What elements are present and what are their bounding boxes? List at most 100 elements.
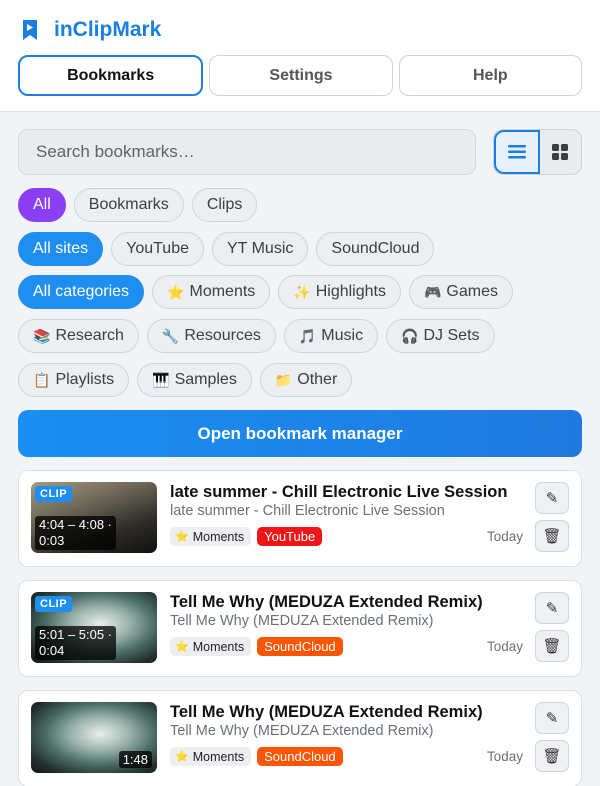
- time-range-text: 4:04 – 4:08 ·: [39, 517, 112, 532]
- site-badge: SoundCloud: [257, 637, 343, 656]
- tab-settings[interactable]: Settings: [209, 55, 393, 96]
- chip-category-resources[interactable]: 🔧 Resources: [146, 319, 276, 353]
- chip-category-moments[interactable]: ⭐ Moments: [152, 275, 271, 309]
- search-input[interactable]: [18, 129, 476, 175]
- chip-category-music[interactable]: 🎵 Music: [283, 319, 379, 353]
- chip-site-ytmusic[interactable]: YT Music: [212, 232, 309, 266]
- chip-label: Research: [55, 327, 124, 344]
- bookmark-subtitle: late summer - Chill Electronic Live Sess…: [170, 503, 445, 519]
- chip-label: Games: [446, 283, 498, 300]
- edit-button[interactable]: ✎: [535, 592, 569, 624]
- clip-badge: CLIP: [35, 486, 73, 502]
- chip-category-other[interactable]: 📁 Other: [259, 363, 353, 397]
- bookmark-card[interactable]: CLIP 4:04 – 4:08 · 0:03 late summer - Chi…: [18, 470, 582, 567]
- bookmark-list: CLIP 4:04 – 4:08 · 0:03 late summer - Chi…: [18, 470, 582, 786]
- brand: inClipMark: [22, 16, 161, 44]
- chip-type-all[interactable]: All: [18, 188, 66, 222]
- bookmark-card[interactable]: CLIP 5:01 – 5:05 · 0:04 Tell Me Why (MEDU…: [18, 580, 582, 677]
- chip-type-clips[interactable]: Clips: [191, 188, 258, 222]
- sparkles-icon: ✨: [293, 283, 311, 300]
- chip-label: Highlights: [315, 283, 386, 300]
- chip-type-bookmarks[interactable]: Bookmarks: [73, 188, 184, 222]
- piano-icon: 🎹: [152, 371, 170, 388]
- tab-bookmarks[interactable]: Bookmarks: [18, 55, 204, 96]
- category-badge: ⭐ Moments: [170, 527, 252, 546]
- delete-button[interactable]: 🗑: [535, 630, 569, 662]
- music-note-icon: 🎵: [298, 327, 317, 344]
- bookmark-badges: ⭐ Moments YouTube: [170, 527, 323, 546]
- type-filter-row: All Bookmarks Clips: [18, 188, 582, 222]
- gamepad-icon: 🎮: [423, 283, 442, 300]
- category-label: Moments: [192, 749, 245, 764]
- chip-category-all[interactable]: All categories: [18, 275, 145, 309]
- pencil-icon: ✎: [545, 490, 559, 507]
- star-icon: ⭐: [175, 641, 189, 653]
- search-row: [18, 129, 582, 175]
- chip-site-all[interactable]: All sites: [18, 232, 104, 266]
- bookmark-title[interactable]: Tell Me Why (MEDUZA Extended Remix): [170, 593, 483, 612]
- app-header: inClipMark Bookmarks Settings Help: [0, 0, 600, 112]
- open-bookmark-manager-button[interactable]: Open bookmark manager: [18, 410, 582, 457]
- category-filter-row-1: All categories ⭐ Moments ✨ Highlights 🎮 Gam…: [18, 275, 582, 309]
- bookmark-date: Today: [486, 529, 523, 544]
- video-thumbnail[interactable]: CLIP 5:01 – 5:05 · 0:04: [31, 592, 157, 663]
- star-icon: ⭐: [167, 283, 185, 300]
- bookmark-date: Today: [486, 749, 523, 764]
- bookmark-badges: ⭐ Moments SoundCloud: [170, 747, 343, 766]
- chip-label: Music: [321, 327, 364, 344]
- chip-category-samples[interactable]: 🎹 Samples: [137, 363, 252, 397]
- app-title: inClipMark: [54, 18, 162, 41]
- bookmark-date: Today: [486, 639, 523, 654]
- category-label: Moments: [192, 529, 245, 544]
- chip-site-soundcloud[interactable]: SoundCloud: [316, 232, 435, 266]
- clip-time-range: 4:04 – 4:08 · 0:03: [35, 516, 116, 550]
- view-toggle: [493, 129, 582, 175]
- clipboard-icon: 📋: [33, 371, 51, 388]
- bookmark-badges: ⭐ Moments SoundCloud: [170, 637, 343, 656]
- chip-label: Samples: [174, 371, 237, 388]
- category-filter-row-3: 📋 Playlists 🎹 Samples 📁 Other: [18, 363, 582, 397]
- category-filter-row-2: 📚 Research 🔧 Resources 🎵 Music 🎧 DJ Sets: [18, 319, 582, 353]
- chip-category-djsets[interactable]: 🎧 DJ Sets: [386, 319, 495, 353]
- clip-duration: 0:03: [39, 533, 65, 548]
- chip-label: Resources: [184, 327, 261, 344]
- video-thumbnail[interactable]: 1:48: [31, 702, 157, 773]
- chip-category-highlights[interactable]: ✨ Highlights: [278, 275, 401, 309]
- clip-time-range: 5:01 – 5:05 · 0:04: [35, 626, 116, 660]
- chip-label: Playlists: [55, 371, 115, 388]
- chip-site-youtube[interactable]: YouTube: [111, 232, 204, 266]
- grid-view-button[interactable]: [540, 130, 582, 174]
- chip-label: Moments: [189, 283, 256, 300]
- site-badge: YouTube: [257, 527, 323, 546]
- grid-view-icon: [552, 144, 569, 160]
- edit-button[interactable]: ✎: [535, 702, 569, 734]
- delete-button[interactable]: 🗑: [535, 520, 569, 552]
- video-duration: 1:48: [118, 751, 152, 768]
- bookmark-subtitle: Tell Me Why (MEDUZA Extended Remix): [170, 613, 434, 629]
- site-badge: SoundCloud: [257, 747, 343, 766]
- category-badge: ⭐ Moments: [170, 637, 252, 656]
- pencil-icon: ✎: [545, 710, 559, 727]
- delete-button[interactable]: 🗑: [535, 740, 569, 772]
- video-thumbnail[interactable]: CLIP 4:04 – 4:08 · 0:03: [31, 482, 157, 553]
- chip-category-playlists[interactable]: 📋 Playlists: [18, 363, 130, 397]
- pencil-icon: ✎: [545, 600, 559, 617]
- time-range-text: 5:01 – 5:05 ·: [39, 627, 112, 642]
- chip-category-research[interactable]: 📚 Research: [18, 319, 139, 353]
- site-filter-row: All sites YouTube YT Music SoundCloud: [18, 232, 582, 266]
- chip-category-games[interactable]: 🎮 Games: [408, 275, 513, 309]
- filter-chips: All Bookmarks Clips All sites YouTube YT…: [18, 188, 582, 407]
- bookmark-title[interactable]: late summer - Chill Electronic Live Sess…: [170, 483, 507, 502]
- clip-duration: 0:04: [39, 643, 65, 658]
- edit-button[interactable]: ✎: [535, 482, 569, 514]
- list-view-button[interactable]: [494, 130, 540, 174]
- bookmark-card[interactable]: 1:48 Tell Me Why (MEDUZA Extended Remix)…: [18, 690, 582, 786]
- bookmark-icon: [23, 20, 37, 40]
- tab-help[interactable]: Help: [398, 55, 582, 96]
- folder-icon: 📁: [274, 371, 293, 388]
- bookmark-title[interactable]: Tell Me Why (MEDUZA Extended Remix): [170, 703, 483, 722]
- list-view-icon: [507, 145, 526, 159]
- bookmark-subtitle: Tell Me Why (MEDUZA Extended Remix): [170, 723, 434, 739]
- category-badge: ⭐ Moments: [170, 747, 252, 766]
- chip-label: Other: [297, 371, 338, 388]
